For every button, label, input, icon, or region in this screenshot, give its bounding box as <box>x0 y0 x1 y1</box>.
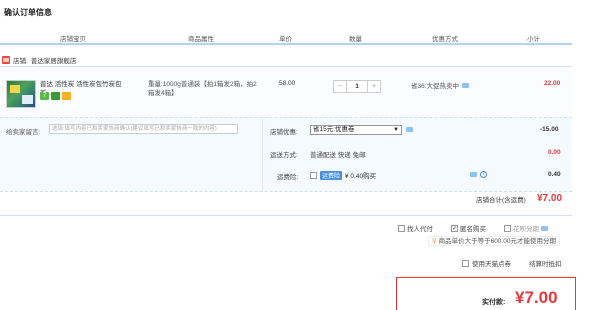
qty-input[interactable]: 1 <box>346 81 368 92</box>
col-price: 单价 <box>279 36 292 43</box>
huabei-label: 花呗分期 <box>513 226 539 233</box>
shop-icon <box>2 56 10 64</box>
product-badges: 7 <box>40 92 71 100</box>
shipping-amount: 0.00 <box>548 149 561 156</box>
product-attributes: 重量:1000g普通装【拍1箱发2箱，拍2箱发4箱】 <box>148 81 257 97</box>
qty-minus-button[interactable]: − <box>334 81 346 92</box>
col-attributes: 商品属性 <box>188 36 214 43</box>
shop-total-amount: ¥7.00 <box>537 193 563 204</box>
tmall-coin-checkbox[interactable] <box>462 259 469 267</box>
divider <box>0 215 572 216</box>
shop-label: 店铺: <box>13 58 28 65</box>
shop-discount-value: 省15元:优惠卷 <box>313 126 355 133</box>
anonymous-label: 匿名购买 <box>460 226 486 233</box>
proxy-pay-option[interactable]: 找人代付 <box>398 223 433 233</box>
product-thumbnail[interactable] <box>6 80 36 108</box>
huabei-option[interactable]: 花呗分期 <box>504 223 548 233</box>
shop-row: 店铺: 普达家居旗舰店 <box>2 55 76 65</box>
col-quantity: 数量 <box>349 36 362 43</box>
credit-card-icon <box>62 92 71 100</box>
qty-plus-button[interactable]: + <box>368 81 380 92</box>
shop-discount-amount: -15.00 <box>540 126 559 133</box>
unit-price: 58.00 <box>279 80 296 87</box>
insurance-tag: 运费险 <box>320 170 343 180</box>
coupon-row: 使用天猫点券 结算时抵扣 <box>462 258 562 268</box>
column-header: 店铺宝贝 商品属性 单价 数量 优惠方式 小计 <box>0 30 572 45</box>
tmall-coin-option[interactable]: 使用天猫点券 <box>462 258 511 268</box>
order-flags: 找人代付 匿名购买 花呗分期 <box>398 223 548 233</box>
proxy-pay-checkbox[interactable] <box>398 224 405 232</box>
promo-text: 省36:大促热卖中 <box>411 83 460 90</box>
guarantee-icon <box>51 92 60 100</box>
shop-discount-select[interactable]: 省15元:优惠卷 ▼ <box>310 125 402 135</box>
install-note-amount: 600.00 <box>490 238 511 245</box>
anonymous-option[interactable]: 匿名购买 <box>451 223 486 233</box>
points-label: 结算时抵扣 <box>529 261 562 268</box>
insurance-label: 运费险: <box>277 174 299 181</box>
payment-label: 实付款: <box>482 299 506 306</box>
item-promo: 省36:大促热卖中 <box>411 80 470 90</box>
insurance-checkbox[interactable] <box>310 171 317 179</box>
chat-icon[interactable] <box>541 225 548 231</box>
proxy-pay-label: 找人代付 <box>407 226 433 233</box>
message-input[interactable]: 选填:填写内容已和卖家协商确认(建议填写已和卖家协商一致的内容) <box>49 124 238 134</box>
shop-discount-label: 店铺优惠: <box>270 129 298 136</box>
quantity-stepper: − 1 + <box>333 80 381 93</box>
insurance-option: 运费险 ¥ 0.40购买 <box>310 170 376 180</box>
item-subtotal: 22.00 <box>544 80 561 87</box>
message-label: 给卖家留言: <box>6 129 41 136</box>
col-promo: 优惠方式 <box>432 36 458 43</box>
install-note: ⚲ 商品单价大于等于600.00元才能使用分期 <box>428 236 560 246</box>
insurance-value: ¥ 0.40购买 <box>345 173 377 180</box>
dropdown-arrow-icon: ▼ <box>393 127 399 133</box>
tmall-coin-label: 使用天猫点券 <box>472 261 511 268</box>
huabei-checkbox[interactable] <box>504 224 511 232</box>
shipping-label: 运送方式: <box>270 152 298 159</box>
chat-icon[interactable] <box>462 82 470 88</box>
seven-day-return-icon: 7 <box>40 92 49 100</box>
install-note-pre: 商品单价大于等于 <box>438 238 491 245</box>
shop-name-link[interactable]: 普达家居旗舰店 <box>31 55 77 65</box>
chat-icon[interactable] <box>406 127 413 132</box>
divider <box>262 118 263 192</box>
anonymous-checkbox[interactable] <box>451 224 458 232</box>
shipping-value: 普通配送 快递 免邮 <box>310 152 366 159</box>
location-pin-icon: ⚲ <box>432 238 437 245</box>
page-title: 确认订单信息 <box>4 8 52 17</box>
payment-amount: ¥7.00 <box>515 288 558 307</box>
help-icon[interactable]: ? <box>480 171 487 178</box>
col-subtotal: 小计 <box>527 36 540 43</box>
insurance-amount: 0.40 <box>548 171 561 178</box>
col-shop-item: 店铺宝贝 <box>60 36 86 43</box>
chat-icon[interactable] <box>470 172 477 177</box>
install-note-post: 元才能使用分期 <box>510 238 556 245</box>
shop-total-label: 店铺合计(含运费) <box>476 197 526 204</box>
